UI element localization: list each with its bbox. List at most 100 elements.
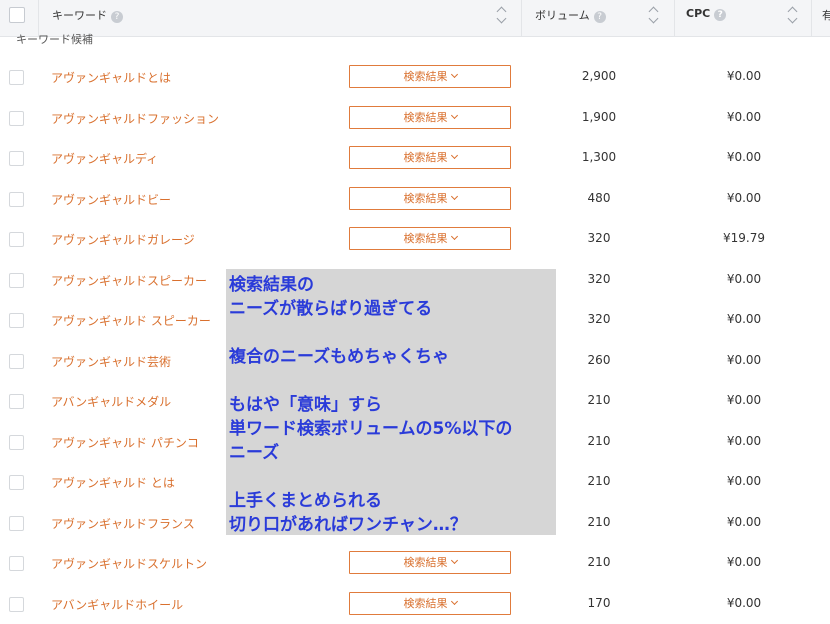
- sort-keyword-icon[interactable]: [497, 3, 507, 25]
- chevron-down-icon: [450, 151, 458, 160]
- column-divider: [674, 0, 675, 36]
- serp-button[interactable]: 検索結果: [349, 187, 511, 210]
- cpc-value: ¥0.00: [726, 69, 762, 83]
- cpc-value: ¥0.00: [726, 434, 762, 448]
- serp-button-label: 検索結果: [403, 556, 448, 569]
- volume-value: 480: [587, 191, 611, 205]
- keyword-link[interactable]: アヴァンギャルド とは: [51, 474, 175, 491]
- row-checkbox[interactable]: [9, 516, 24, 531]
- annotation-text: 検索結果の: [229, 275, 314, 295]
- row-checkbox[interactable]: [9, 435, 24, 450]
- serp-button[interactable]: 検索結果: [349, 551, 511, 574]
- group-label: キーワード候補: [16, 33, 93, 46]
- annotation-text: 上手くまとめられる: [229, 491, 382, 511]
- cpc-value: ¥0.00: [726, 191, 762, 205]
- keyword-link[interactable]: アバンギャルドメダル: [51, 393, 171, 410]
- table-row: アヴァンギャルディ 検索結果 1,300 ¥0.00: [0, 138, 830, 178]
- volume-value: 2,900: [581, 69, 617, 83]
- table-row: アヴァンギャルドガレージ 検索結果 320 ¥19.79: [0, 219, 830, 259]
- keyword-link[interactable]: アヴァンギャルディ: [51, 150, 158, 167]
- help-icon[interactable]: ?: [111, 11, 123, 23]
- chevron-down-icon: [450, 111, 458, 120]
- chevron-down-icon: [450, 597, 458, 606]
- keyword-link[interactable]: アヴァンギャルドビー: [51, 191, 171, 208]
- column-divider: [811, 0, 812, 36]
- volume-value: 210: [587, 474, 611, 488]
- help-icon[interactable]: ?: [714, 9, 727, 21]
- keyword-link[interactable]: アヴァンギャルド芸術: [51, 353, 171, 370]
- row-checkbox[interactable]: [9, 70, 24, 85]
- table-row: アヴァンギャルドスケルトン 検索結果 210 ¥0.00: [0, 543, 830, 583]
- volume-value: 1,900: [581, 110, 617, 124]
- chevron-down-icon: [450, 556, 458, 565]
- serp-button[interactable]: 検索結果: [349, 592, 511, 615]
- select-all-checkbox[interactable]: [9, 7, 25, 23]
- table-row: アバンギャルドホイール 検索結果 170 ¥0.00: [0, 584, 830, 624]
- cpc-value: ¥0.00: [726, 555, 762, 569]
- row-checkbox[interactable]: [9, 475, 24, 490]
- cpc-column-label: CPC: [686, 7, 711, 20]
- annotation-text: もはや「意味」すら: [229, 395, 382, 415]
- row-checkbox[interactable]: [9, 313, 24, 328]
- annotation-text: 複合のニーズもめちゃくちゃ: [229, 347, 450, 367]
- row-checkbox[interactable]: [9, 556, 24, 571]
- row-checkbox[interactable]: [9, 232, 24, 247]
- volume-value: 210: [587, 515, 611, 529]
- help-icon[interactable]: ?: [593, 11, 606, 23]
- serp-button[interactable]: 検索結果: [349, 106, 511, 129]
- keyword-link[interactable]: アヴァンギャルドスピーカー: [51, 272, 207, 289]
- chevron-down-icon: [450, 70, 458, 79]
- volume-value: 260: [587, 353, 611, 367]
- annotation-text: ニーズが散らばり過ぎてる: [229, 299, 433, 319]
- sort-cpc-icon[interactable]: [788, 3, 798, 25]
- serp-button-label: 検索結果: [403, 151, 448, 164]
- volume-value: 210: [587, 393, 611, 407]
- next-column-header[interactable]: 有: [822, 7, 830, 23]
- keyword-link[interactable]: アヴァンギャルドフランス: [51, 515, 195, 532]
- annotation-text: 切り口があればワンチャン…？: [229, 515, 467, 535]
- volume-column-header[interactable]: ボリューム?: [535, 7, 606, 23]
- serp-button[interactable]: 検索結果: [349, 227, 511, 250]
- annotation-text: 単ワード検索ボリュームの5%以下の: [229, 419, 513, 439]
- serp-button-label: 検索結果: [403, 232, 448, 245]
- keyword-link[interactable]: アヴァンギャルドスケルトン: [51, 555, 207, 572]
- cpc-value: ¥0.00: [726, 393, 762, 407]
- serp-button-label: 検索結果: [403, 111, 448, 124]
- keyword-link[interactable]: アヴァンギャルド パチンコ: [51, 434, 199, 451]
- volume-value: 1,300: [581, 150, 617, 164]
- keyword-column-label: キーワード: [52, 9, 107, 22]
- row-checkbox[interactable]: [9, 111, 24, 126]
- table-row: アヴァンギャルドビー 検索結果 480 ¥0.00: [0, 179, 830, 219]
- cpc-value: ¥0.00: [726, 150, 762, 164]
- keyword-link[interactable]: アヴァンギャルドガレージ: [51, 231, 195, 248]
- serp-button[interactable]: 検索結果: [349, 65, 511, 88]
- keyword-column-header[interactable]: キーワード?: [52, 7, 123, 23]
- cpc-value: ¥0.00: [726, 110, 762, 124]
- cpc-value: ¥0.00: [726, 312, 762, 326]
- row-checkbox[interactable]: [9, 273, 24, 288]
- keyword-link[interactable]: アヴァンギャルドとは: [51, 69, 171, 86]
- table-row: アヴァンギャルドファッション 検索結果 1,900 ¥0.00: [0, 98, 830, 138]
- keyword-link[interactable]: アヴァンギャルドファッション: [51, 110, 219, 127]
- row-checkbox[interactable]: [9, 354, 24, 369]
- sort-volume-icon[interactable]: [649, 3, 659, 25]
- volume-value: 320: [587, 231, 611, 245]
- serp-button-label: 検索結果: [403, 70, 448, 83]
- volume-value: 210: [587, 555, 611, 569]
- keyword-link[interactable]: アヴァンギャルド スピーカー: [51, 312, 211, 329]
- cpc-value: ¥0.00: [726, 474, 762, 488]
- row-checkbox[interactable]: [9, 394, 24, 409]
- volume-value: 320: [587, 312, 611, 326]
- chevron-down-icon: [450, 232, 458, 241]
- row-checkbox[interactable]: [9, 192, 24, 207]
- cpc-value: ¥19.79: [723, 231, 765, 245]
- serp-button[interactable]: 検索結果: [349, 146, 511, 169]
- column-divider: [521, 0, 522, 36]
- annotation-text: ニーズ: [229, 443, 280, 463]
- cpc-column-header[interactable]: CPC?: [686, 7, 727, 21]
- volume-value: 320: [587, 272, 611, 286]
- serp-button-label: 検索結果: [403, 192, 448, 205]
- volume-value: 170: [587, 596, 611, 610]
- row-checkbox[interactable]: [9, 151, 24, 166]
- cpc-value: ¥0.00: [726, 596, 762, 610]
